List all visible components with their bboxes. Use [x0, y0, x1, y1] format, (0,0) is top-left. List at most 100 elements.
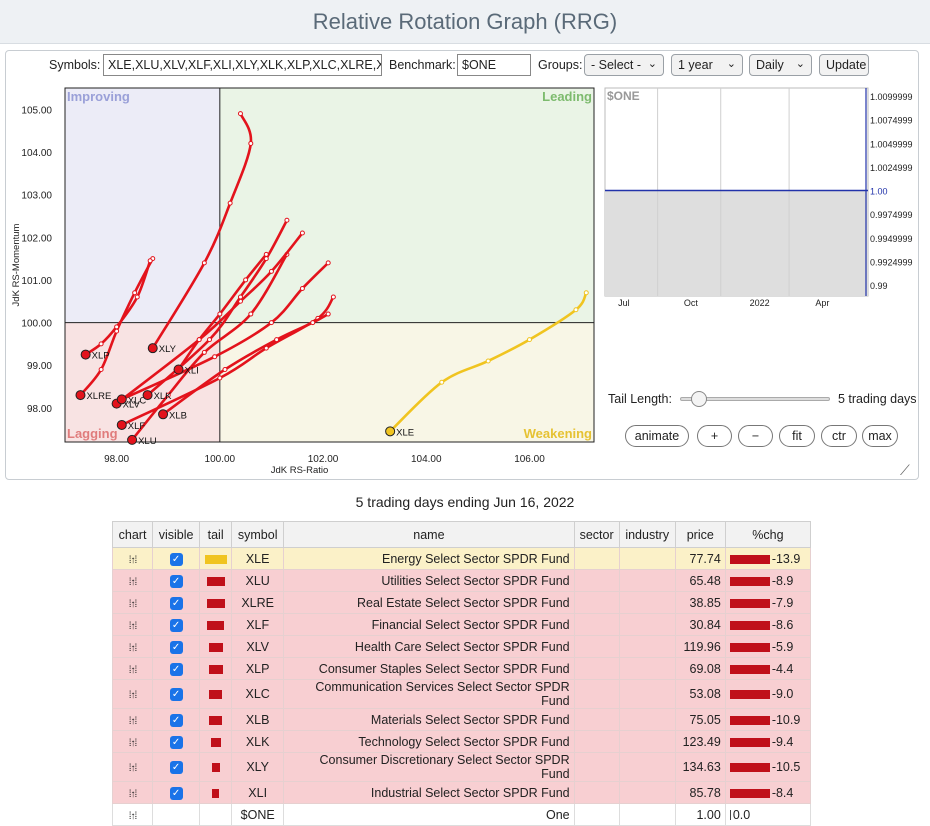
tail-color-swatch [208, 642, 223, 652]
cell-symbol: XLRE [231, 591, 285, 614]
candlestick-chart-icon[interactable]: ⁞↑⁞ [129, 716, 138, 727]
groups-select[interactable]: - Select - ⌄ [584, 54, 664, 76]
candlestick-chart-icon[interactable]: ⁞↑⁞ [129, 577, 138, 588]
cell-name: Materials Select Sector SPDR Fund [283, 708, 575, 731]
cell-industry [618, 708, 676, 731]
table-row[interactable]: ⁞↑⁞ ✓ XLV Health Care Select Sector SPDR Fu… [111, 635, 812, 658]
table-row[interactable]: ⁞↑⁞ ✓ XLF Financial Select Sector SPDR Fund… [111, 613, 812, 636]
cell-industry [618, 657, 676, 680]
candlestick-chart-icon[interactable]: ⁞↑⁞ [129, 811, 138, 822]
cell-name: Consumer Staples Select Sector SPDR Fund [283, 657, 575, 680]
candlestick-chart-icon[interactable]: ⁞↑⁞ [129, 690, 138, 701]
center-button[interactable]: ctr [821, 425, 857, 447]
header-visible[interactable]: visible [152, 521, 201, 548]
cell-price: 77.74 [674, 547, 726, 570]
benchmark-input[interactable]: $ONE [457, 54, 531, 76]
symbols-input[interactable]: XLE,XLU,XLV,XLF,XLI,XLY,XLK,XLP,XLC,XLRE… [103, 54, 382, 76]
resize-handle-icon[interactable]: ⟋ [900, 462, 910, 479]
table-row[interactable]: ⁞↑⁞ ✓ XLI Industrial Select Sector SPDR Fun… [111, 781, 812, 804]
max-button[interactable]: max [862, 425, 898, 447]
animate-button[interactable]: animate [625, 425, 689, 447]
header-symbol[interactable]: symbol [231, 521, 285, 548]
cell-pctchg: -7.9 [724, 591, 812, 614]
table-row[interactable]: ⁞↑⁞ ✓ XLE Energy Select Sector SPDR Fund 77.… [111, 547, 812, 570]
change-bar [729, 810, 731, 821]
cell-symbol: XLV [231, 635, 285, 658]
candlestick-chart-icon[interactable]: ⁞↑⁞ [129, 665, 138, 676]
cell-name: Communication Services Select Sector SPD… [283, 679, 575, 709]
table-row[interactable]: ⁞↑⁞ ✓ XLY Consumer Discretionary Select Sec… [111, 752, 812, 782]
change-bar [729, 664, 770, 674]
candlestick-chart-icon[interactable]: ⁞↑⁞ [129, 621, 138, 632]
zoom-out-button[interactable]: − [738, 425, 773, 447]
change-bar [729, 620, 770, 630]
cell-name: Financial Select Sector SPDR Fund [283, 613, 575, 636]
header-tail[interactable]: tail [199, 521, 233, 548]
cell-industry [618, 730, 676, 753]
zoom-in-button[interactable]: + [697, 425, 732, 447]
table-row[interactable]: ⁞↑⁞ ✓ XLRE Real Estate Select Sector SPDR F… [111, 591, 812, 614]
cell-pctchg: -4.4 [724, 657, 812, 680]
chevron-down-icon: ⌄ [647, 58, 657, 70]
visible-checkbox[interactable]: ✓ [169, 618, 183, 632]
cell-sector [573, 657, 620, 680]
header-industry[interactable]: industry [618, 521, 676, 548]
header-name[interactable]: name [283, 521, 575, 548]
header-sector[interactable]: sector [573, 521, 620, 548]
cell-industry [618, 569, 676, 592]
cell-name: Health Care Select Sector SPDR Fund [283, 635, 575, 658]
cell-symbol: XLP [231, 657, 285, 680]
cell-price: 119.96 [674, 635, 726, 658]
visible-checkbox[interactable]: ✓ [169, 735, 183, 749]
header-price[interactable]: price [674, 521, 726, 548]
table-row[interactable]: ⁞↑⁞ ✓ XLK Technology Select Sector SPDR Fun… [111, 730, 812, 753]
tail-color-swatch [206, 576, 225, 586]
cell-symbol: XLB [231, 708, 285, 731]
frequency-select[interactable]: Daily ⌄ [749, 54, 812, 76]
cell-sector [573, 781, 620, 804]
visible-checkbox[interactable]: ✓ [169, 574, 183, 588]
tail-color-swatch [211, 763, 220, 773]
candlestick-chart-icon[interactable]: ⁞↑⁞ [129, 789, 138, 800]
tail-length-label: Tail Length: [608, 392, 672, 406]
table-row[interactable]: ⁞↑⁞ ✓ XLB Materials Select Sector SPDR Fund… [111, 708, 812, 731]
header-pctchg[interactable]: %chg [724, 521, 812, 548]
period-select[interactable]: 1 year ⌄ [671, 54, 743, 76]
update-button[interactable]: Update [819, 54, 869, 76]
visible-checkbox[interactable]: ✓ [169, 640, 183, 654]
cell-sector [573, 569, 620, 592]
cell-price: 75.05 [674, 708, 726, 731]
table-row[interactable]: ⁞↑⁞ ✓ XLC Communication Services Select Sec… [111, 679, 812, 709]
cell-sector [573, 635, 620, 658]
tail-color-swatch [204, 554, 227, 564]
candlestick-chart-icon[interactable]: ⁞↑⁞ [129, 555, 138, 566]
slider-thumb[interactable] [691, 391, 707, 407]
fit-button[interactable]: fit [779, 425, 815, 447]
tail-color-swatch [209, 690, 223, 700]
candlestick-chart-icon[interactable]: ⁞↑⁞ [129, 643, 138, 654]
visible-checkbox[interactable]: ✓ [169, 662, 183, 676]
header-chart[interactable]: chart [111, 521, 154, 548]
chevron-down-icon: ⌄ [795, 58, 805, 70]
visible-checkbox[interactable]: ✓ [169, 713, 183, 727]
cell-pctchg: -8.4 [724, 781, 812, 804]
visible-checkbox[interactable]: ✓ [169, 596, 183, 610]
candlestick-chart-icon[interactable]: ⁞↑⁞ [129, 763, 138, 774]
cell-industry [618, 752, 676, 782]
candlestick-chart-icon[interactable]: ⁞↑⁞ [129, 738, 138, 749]
tail-length-slider[interactable] [680, 391, 830, 407]
cell-industry [618, 613, 676, 636]
visible-checkbox[interactable]: ✓ [169, 688, 183, 702]
cell-industry [618, 679, 676, 709]
rrg-panel [5, 50, 919, 480]
visible-checkbox[interactable]: ✓ [169, 786, 183, 800]
table-row[interactable]: ⁞↑⁞ ✓ XLP Consumer Staples Select Sector SP… [111, 657, 812, 680]
cell-name: Industrial Select Sector SPDR Fund [283, 781, 575, 804]
visible-checkbox[interactable]: ✓ [169, 552, 183, 566]
cell-pctchg: -8.6 [724, 613, 812, 636]
visible-checkbox[interactable]: ✓ [169, 761, 183, 775]
page-title: Relative Rotation Graph (RRG) [312, 9, 618, 34]
candlestick-chart-icon[interactable]: ⁞↑⁞ [129, 599, 138, 610]
table-row[interactable]: ⁞↑⁞ ✓ XLU Utilities Select Sector SPDR Fund… [111, 569, 812, 592]
cell-symbol: XLY [231, 752, 285, 782]
